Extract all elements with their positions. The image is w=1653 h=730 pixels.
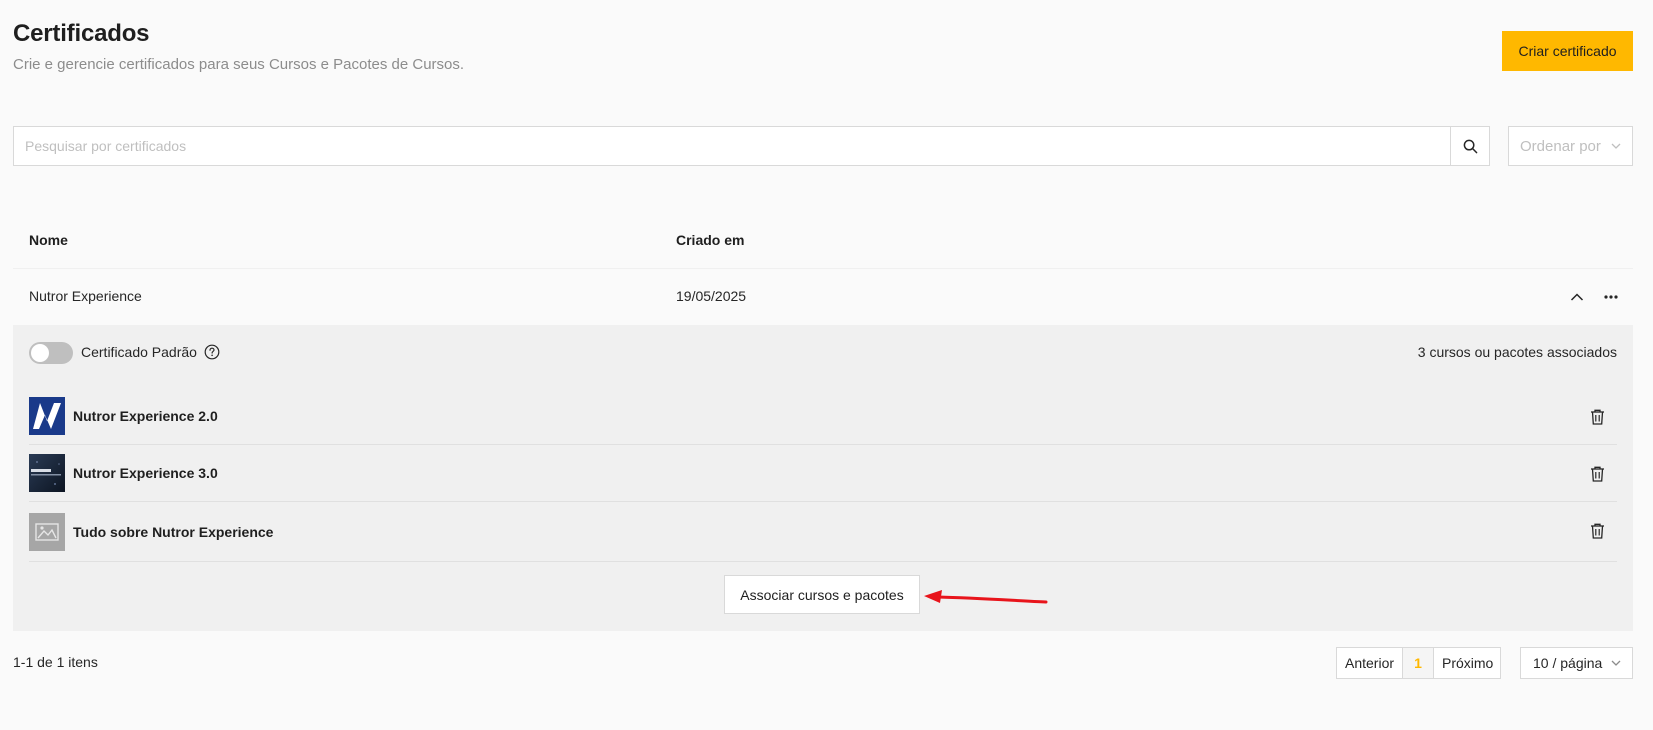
column-header-name: Nome (29, 232, 68, 248)
help-icon[interactable] (204, 344, 220, 360)
pagination: Anterior 1 Próximo (1336, 647, 1501, 679)
row-expanded-panel: Certificado Padrão 3 cursos ou pacotes a… (13, 326, 1633, 631)
remove-course-button[interactable] (1587, 521, 1607, 541)
search-button[interactable] (1450, 126, 1490, 166)
chevron-down-icon (1611, 143, 1621, 149)
sort-placeholder: Ordenar por (1520, 137, 1601, 155)
list-item: Tudo sobre Nutror Experience (29, 502, 1617, 562)
nutror-logo-icon (29, 397, 65, 435)
page-size-value: 10 / página (1533, 655, 1603, 671)
trash-icon (1590, 466, 1604, 482)
remove-course-button[interactable] (1587, 407, 1607, 427)
certificate-created-date: 19/05/2025 (676, 288, 747, 304)
more-horizontal-icon (1604, 295, 1618, 299)
course-name: Nutror Experience 3.0 (73, 465, 218, 481)
course-thumbnail (29, 454, 65, 492)
image-placeholder-icon (29, 512, 65, 551)
course-thumbnail (29, 512, 65, 551)
default-certificate-label: Certificado Padrão (81, 344, 197, 360)
toggle-knob (31, 344, 49, 362)
table-row[interactable]: Nutror Experience 19/05/2025 (13, 269, 1633, 326)
chevron-up-icon (1570, 293, 1584, 301)
remove-course-button[interactable] (1587, 464, 1607, 484)
search-input[interactable] (13, 126, 1451, 166)
pagination-range: 1-1 de 1 itens (13, 654, 98, 670)
associate-courses-button[interactable]: Associar cursos e pacotes (724, 575, 920, 614)
course-thumbnail (29, 397, 65, 435)
collapse-row-button[interactable] (1567, 287, 1587, 307)
pagination-prev-button[interactable]: Anterior (1336, 647, 1403, 679)
certificate-name: Nutror Experience (29, 288, 142, 304)
search-icon (1463, 139, 1477, 153)
course-name: Nutror Experience 2.0 (73, 408, 218, 424)
course-name: Tudo sobre Nutror Experience (73, 523, 274, 540)
trash-icon (1590, 409, 1604, 425)
default-certificate-toggle[interactable] (29, 342, 73, 364)
page-subtitle: Crie e gerencie certificados para seus C… (13, 56, 465, 73)
create-certificate-button[interactable]: Criar certificado (1502, 31, 1633, 71)
associated-course-list: Nutror Experience 2.0 Nutror Experience … (29, 388, 1617, 562)
list-item: Nutror Experience 2.0 (29, 388, 1617, 445)
sort-select[interactable]: Ordenar por (1508, 126, 1633, 166)
pagination-next-button[interactable]: Próximo (1433, 647, 1501, 679)
list-item: Nutror Experience 3.0 (29, 445, 1617, 502)
trash-icon (1590, 523, 1604, 539)
chevron-down-icon (1611, 660, 1621, 666)
pagination-page-1[interactable]: 1 (1402, 647, 1434, 679)
column-header-created: Criado em (676, 232, 745, 248)
nutror-banner-icon (29, 454, 65, 492)
more-options-button[interactable] (1601, 287, 1621, 307)
page-title: Certificados (13, 20, 150, 47)
associated-count: 3 cursos ou pacotes associados (1417, 344, 1617, 360)
annotation-arrow-icon (924, 590, 1048, 604)
page-size-select[interactable]: 10 / página (1520, 647, 1633, 679)
table-header: Nome Criado em (13, 212, 1633, 269)
